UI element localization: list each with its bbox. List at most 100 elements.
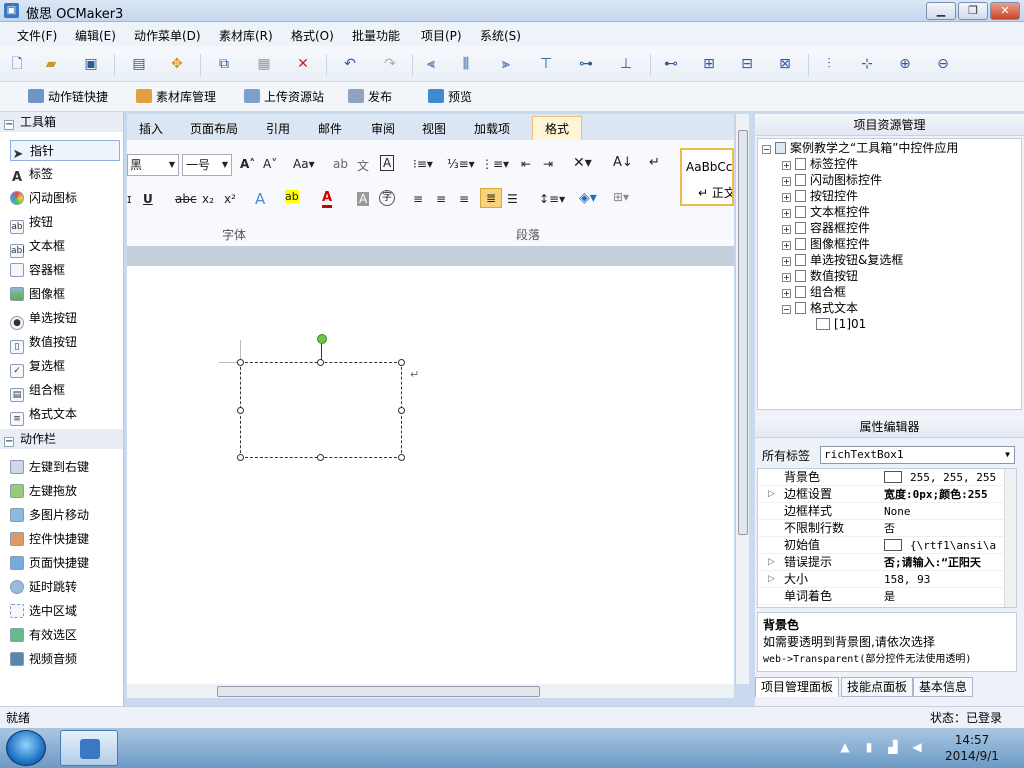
increase-spacing-icon[interactable]: ⊕ — [896, 55, 914, 73]
paste-icon[interactable]: ▦ — [255, 55, 273, 73]
design-canvas[interactable]: ↵ — [127, 266, 734, 684]
prop-row[interactable]: 初始值 {\rtf1\ansi\a — [758, 537, 1004, 554]
resize-handle[interactable] — [237, 359, 244, 366]
align-top-icon[interactable]: ⊤ — [537, 55, 555, 73]
underline-icon[interactable]: U — [143, 192, 153, 206]
style-gallery[interactable]: AaBbCcI ↵ 正文 — [680, 148, 734, 206]
grow-font-icon[interactable]: A˄ — [240, 157, 255, 171]
tab-view[interactable]: 视图 — [422, 120, 446, 137]
menu-edit[interactable]: 编辑(E) — [75, 27, 116, 44]
toolbox-header[interactable]: − 工具箱 — [0, 112, 123, 132]
tree-node[interactable]: + 组合框 — [782, 284, 846, 300]
minimize-button[interactable]: ▁ — [926, 2, 956, 20]
library-button[interactable]: 素材库管理 — [136, 88, 216, 106]
maximize-button[interactable]: ❐ — [958, 2, 988, 20]
action-drag-drop[interactable]: 左键拖放 — [10, 481, 120, 502]
show-hidden-icons-icon[interactable]: ▲ — [838, 740, 852, 754]
object-select[interactable]: richTextBox1 ▼ — [820, 446, 1015, 464]
delete-icon[interactable]: ✕ — [294, 55, 312, 73]
menu-file[interactable]: 文件(F) — [17, 27, 57, 44]
tree-node[interactable]: + 按钮控件 — [782, 188, 858, 204]
action-chain-button[interactable]: 动作链快捷 — [28, 88, 108, 106]
tree-node[interactable]: + 闪动图标控件 — [782, 172, 882, 188]
center-text-icon[interactable]: ≡ — [436, 192, 446, 206]
prop-row[interactable]: 单词着色是 — [758, 588, 1004, 605]
tab-page-layout[interactable]: 页面布局 — [190, 120, 238, 137]
decrease-spacing-icon[interactable]: ⊖ — [934, 55, 952, 73]
align-left-icon[interactable]: ⫷ — [422, 55, 440, 73]
action-control-shortcut[interactable]: 控件快捷键 — [10, 529, 120, 550]
resize-handle[interactable] — [317, 359, 324, 366]
distributed-icon[interactable]: ☰ — [507, 192, 518, 206]
strikethrough-icon[interactable]: abc — [175, 192, 197, 206]
align-text-right-icon[interactable]: ≡ — [459, 192, 469, 206]
action-video-audio[interactable]: 视频音频 — [10, 649, 120, 670]
tool-container[interactable]: 容器框 — [10, 260, 120, 281]
tool-label[interactable]: A 标签 — [10, 164, 120, 185]
tab-format[interactable]: 格式 — [532, 116, 583, 140]
tab-references[interactable]: 引用 — [266, 120, 290, 137]
clear-format-icon[interactable]: ab — [333, 157, 348, 171]
tab-skills-panel[interactable]: 技能点面板 — [841, 677, 914, 697]
subscript-icon[interactable]: x₂ — [202, 192, 214, 206]
prop-row[interactable]: ▷ 边框设置 宽度:0px;颜色:255 — [758, 486, 1004, 503]
upload-button[interactable]: 上传资源站 — [244, 88, 324, 106]
action-multi-image-move[interactable]: 多图片移动 — [10, 505, 120, 526]
spacing-icon[interactable]: ⊹ — [858, 55, 876, 73]
canvas-vertical-thumb[interactable] — [738, 130, 748, 535]
tree-node[interactable]: + 图像框控件 — [782, 236, 870, 252]
tab-basic-info[interactable]: 基本信息 — [913, 677, 974, 697]
char-shading-icon[interactable]: A — [357, 192, 370, 206]
menu-system[interactable]: 系统(S) — [480, 27, 521, 44]
align-middle-icon[interactable]: ⊶ — [577, 55, 595, 73]
tool-textbox[interactable]: abl 文本框 — [10, 236, 120, 258]
change-case-icon[interactable]: Aa▾ — [293, 157, 315, 171]
new-file-icon[interactable]: 🗋 — [8, 55, 26, 73]
usb-icon[interactable]: ▮ — [862, 740, 876, 754]
font-size-select[interactable]: 一号 ▼ — [182, 154, 232, 176]
tree-node[interactable]: + 标签控件 — [782, 156, 858, 172]
tree-node[interactable]: + 数值按钮 — [782, 268, 858, 284]
increase-indent-icon[interactable]: ⇥ — [543, 157, 553, 171]
action-valid-selection[interactable]: 有效选区 — [10, 625, 120, 646]
rotate-handle[interactable] — [317, 334, 327, 344]
prop-row[interactable]: 不限制行数否 — [758, 520, 1004, 537]
enclose-char-icon[interactable]: 字 — [379, 190, 395, 206]
copy-icon[interactable]: ⧉ — [215, 55, 233, 73]
taskbar-app-ocmaker[interactable] — [60, 730, 118, 766]
prop-row[interactable]: ▷ 错误提示 否;请输入:“正阳天 — [758, 554, 1004, 571]
bullets-icon[interactable]: ⁝≡▾ — [413, 157, 433, 171]
tree-node[interactable]: + 单选按钮&复选框 — [782, 252, 903, 268]
publish-button[interactable]: 发布 — [348, 88, 392, 106]
clock[interactable]: 14:57 2014/9/1 — [930, 732, 1014, 764]
actionbar-header[interactable]: − 动作栏 — [0, 429, 123, 449]
menu-action[interactable]: 动作菜单(D) — [134, 27, 201, 44]
close-button[interactable]: ✕ — [990, 2, 1020, 20]
canvas-horizontal-thumb[interactable] — [217, 686, 540, 697]
prop-row[interactable]: 边框样式 None — [758, 503, 1004, 520]
tool-flash-icon[interactable]: 闪动图标 — [10, 188, 120, 209]
font-color-icon[interactable]: A — [322, 190, 333, 208]
prop-row[interactable]: 背景色 255, 255, 255 — [758, 469, 1004, 486]
redo-icon[interactable]: ↷ — [381, 55, 399, 73]
tab-insert[interactable]: 插入 — [139, 120, 163, 137]
distribute-horizontal-icon[interactable]: ⊷ — [662, 55, 680, 73]
tab-project-panel[interactable]: 项目管理面板 — [755, 677, 840, 697]
resize-handle[interactable] — [398, 359, 405, 366]
align-text-left-icon[interactable]: ≡ — [413, 192, 423, 206]
menu-project[interactable]: 项目(P) — [421, 27, 462, 44]
action-delay-jump[interactable]: 延时跳转 — [10, 577, 120, 598]
tree-node[interactable]: − 格式文本 — [782, 300, 858, 316]
chinese-layout-icon[interactable]: ✕▾ — [573, 155, 592, 171]
save-icon[interactable]: ▣ — [82, 55, 100, 73]
prop-row[interactable]: ▷ 大小 158, 93 — [758, 571, 1004, 588]
menu-library[interactable]: 素材库(R) — [219, 27, 273, 44]
italic-icon[interactable]: ɪ — [127, 192, 131, 206]
richtextbox-selection[interactable] — [240, 362, 402, 458]
shading-icon[interactable]: ◈▾ — [579, 190, 597, 206]
resize-handle[interactable] — [398, 407, 405, 414]
align-right-icon[interactable]: ⫸ — [497, 55, 515, 73]
open-folder-icon[interactable]: ▰ — [42, 55, 60, 73]
tree-leaf[interactable]: [1]01 — [816, 316, 866, 332]
undo-icon[interactable]: ↶ — [341, 55, 359, 73]
